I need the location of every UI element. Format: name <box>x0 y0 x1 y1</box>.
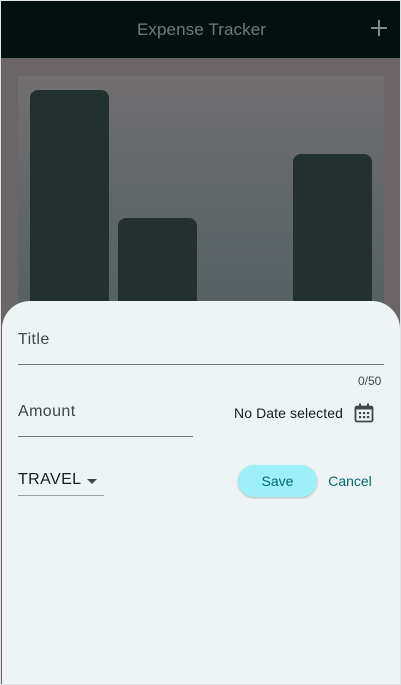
title-field-underline[interactable] <box>18 364 384 365</box>
chart-panel <box>18 76 384 316</box>
dropdown-arrow-icon[interactable] <box>87 479 97 484</box>
title-field-label[interactable]: Title <box>18 331 50 349</box>
save-button[interactable]: Save <box>238 465 317 497</box>
chart-bar-4 <box>293 154 372 316</box>
selected-date-text: No Date selected <box>234 405 343 421</box>
amount-field-underline[interactable] <box>18 436 193 437</box>
add-expense-button[interactable] <box>370 19 388 37</box>
chart-bar-1 <box>30 90 109 316</box>
amount-field-label[interactable]: Amount <box>18 403 76 421</box>
category-dropdown[interactable]: TRAVEL <box>18 471 81 489</box>
screen: Expense Tracker Title 0/50 Amount No Dat… <box>0 0 401 685</box>
app-title: Expense Tracker <box>136 20 267 39</box>
calendar-icon[interactable] <box>354 403 374 423</box>
app-bar: Expense Tracker <box>1 1 400 58</box>
category-dropdown-underline <box>18 495 104 496</box>
title-char-counter: 0/50 <box>358 374 382 388</box>
cancel-button[interactable]: Cancel <box>321 465 379 497</box>
